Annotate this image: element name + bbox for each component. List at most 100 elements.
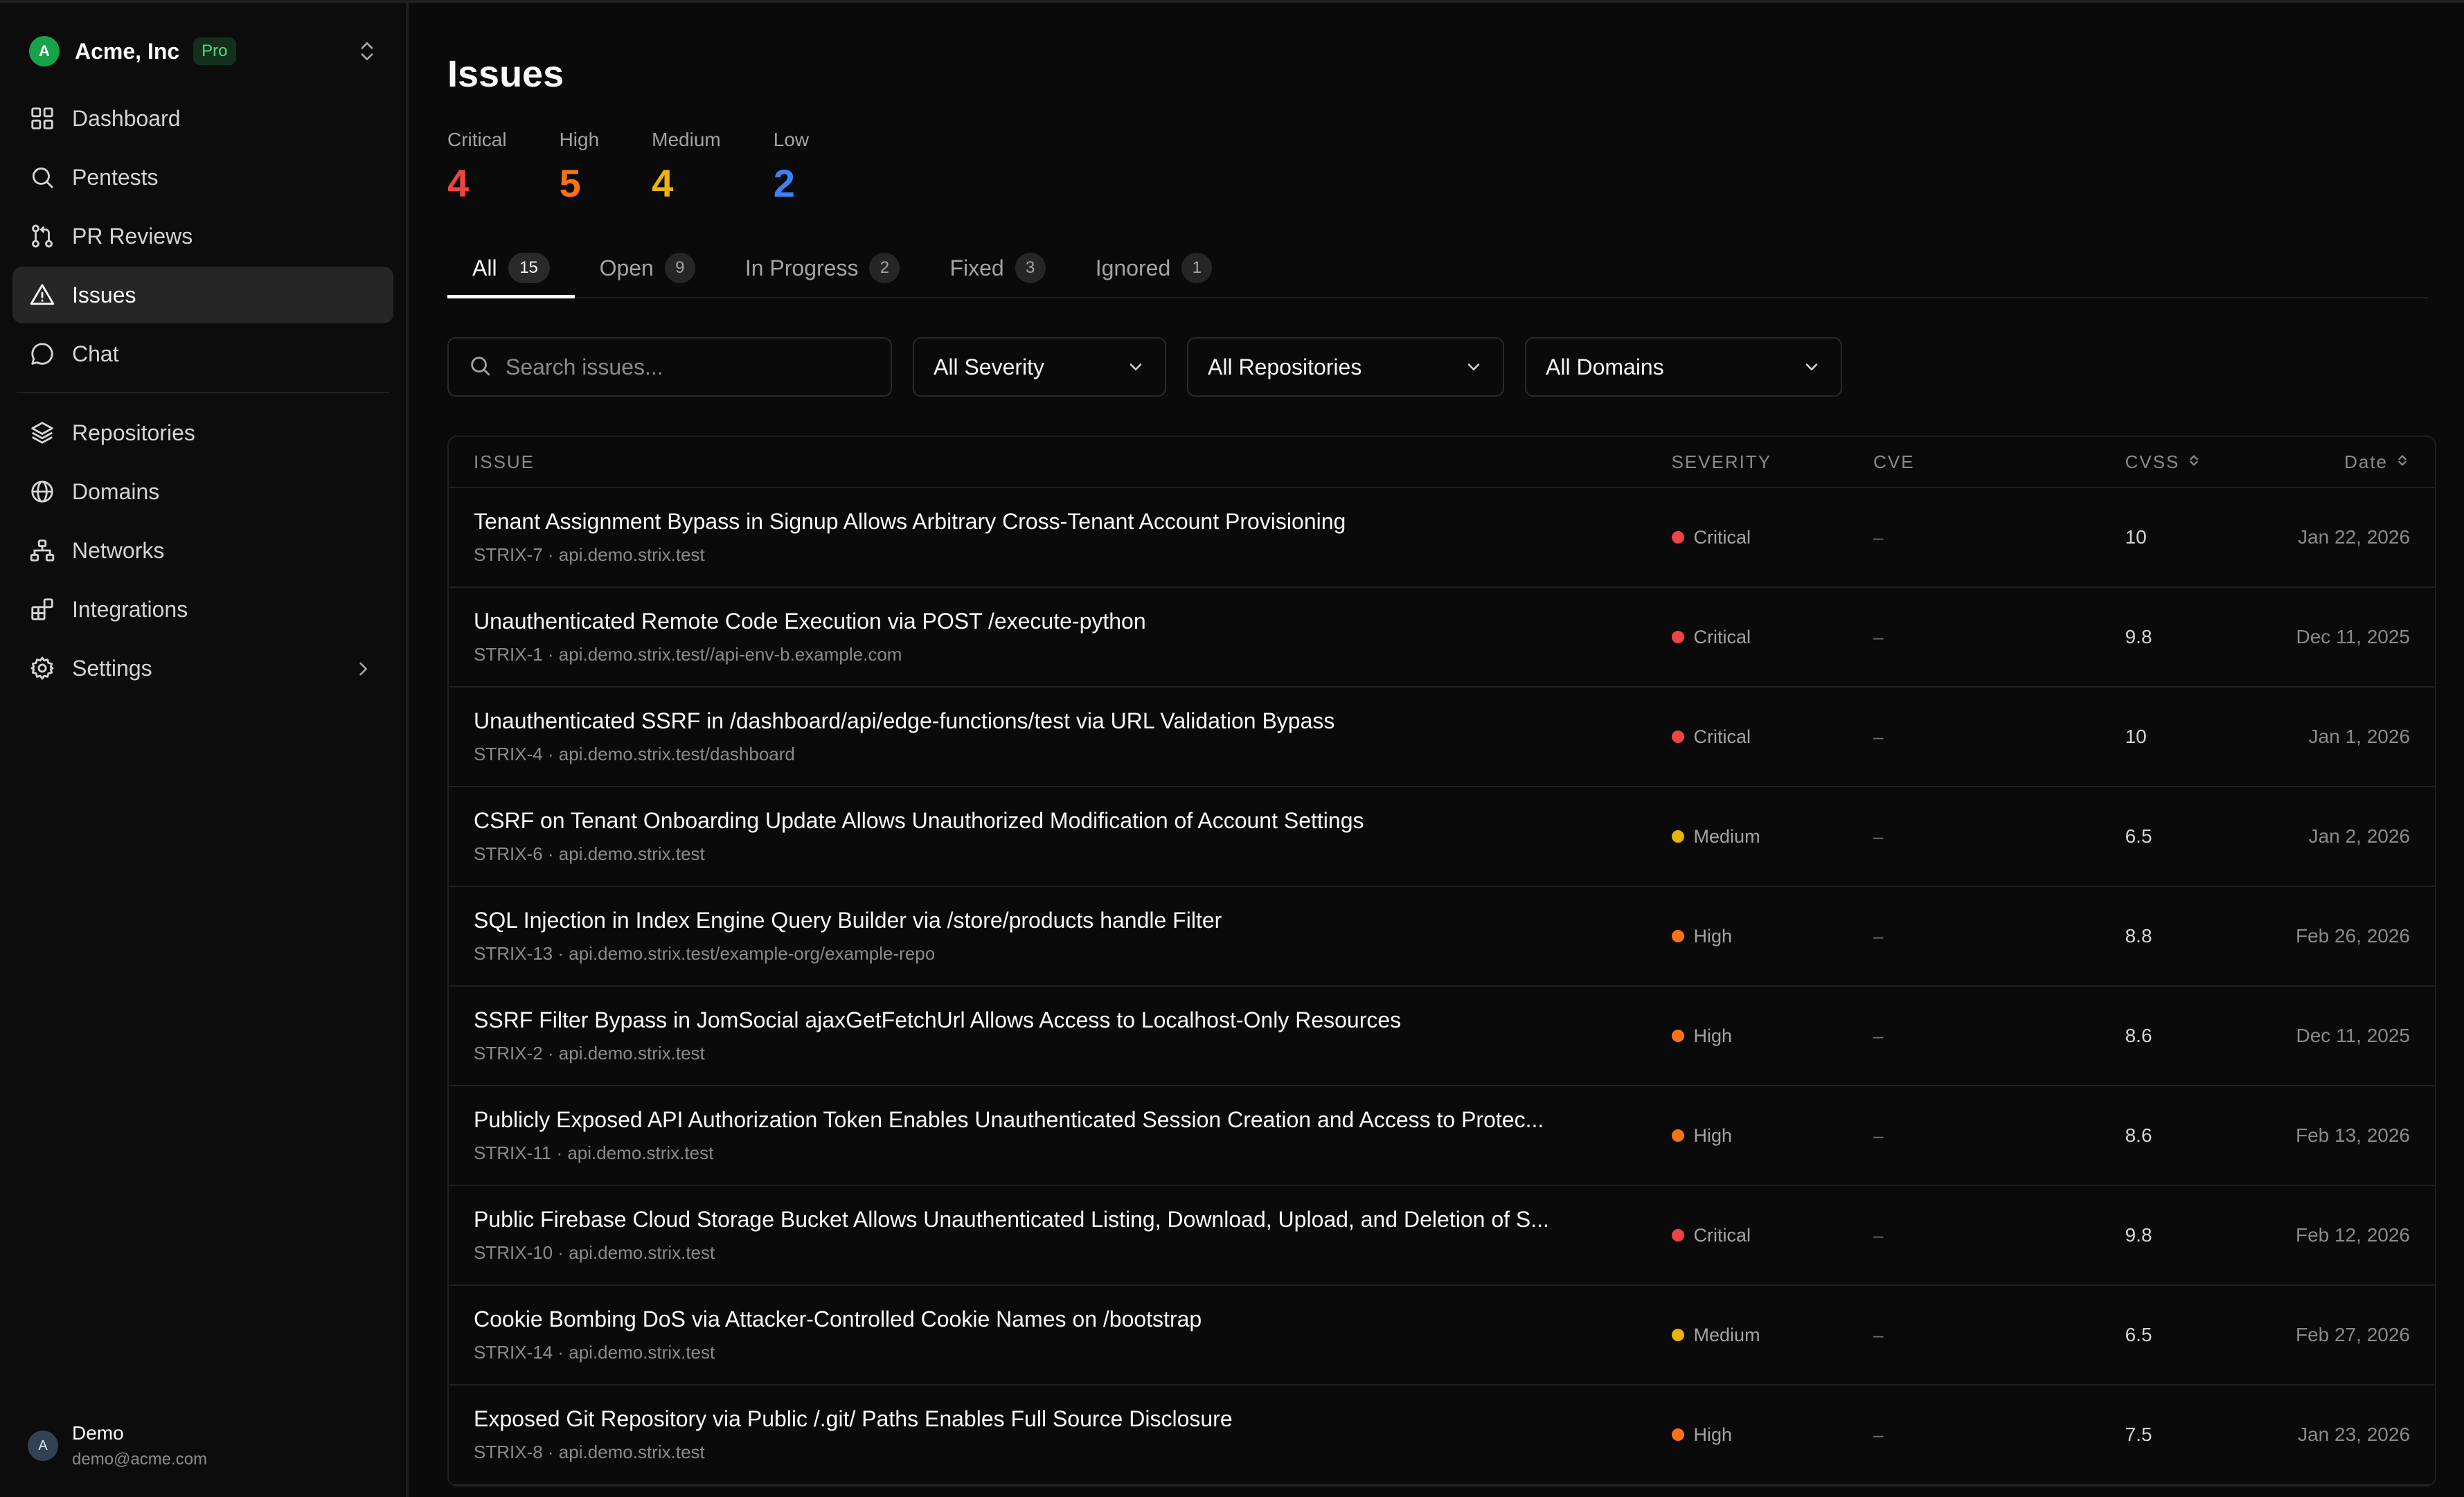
severity-badge: High bbox=[1671, 1125, 1874, 1147]
issue-meta: STRIX-2 · api.demo.strix.test bbox=[474, 1043, 705, 1064]
domain-filter-select[interactable]: All Domains bbox=[1525, 337, 1842, 397]
date-cell: Jan 1, 2026 bbox=[2308, 726, 2411, 747]
sort-icon bbox=[2388, 451, 2410, 473]
stat-medium: Medium 4 bbox=[652, 129, 721, 206]
date-cell: Feb 12, 2026 bbox=[2295, 1224, 2411, 1246]
issue-cell: Tenant Assignment Bypass in Signup Allow… bbox=[449, 509, 1672, 566]
severity-badge: High bbox=[1671, 926, 1874, 947]
cve-cell: – bbox=[1873, 726, 1884, 747]
cve-cell: – bbox=[1873, 825, 1884, 847]
sidebar-nav: Dashboard Pentests PR Reviews Issues Cha… bbox=[12, 90, 393, 697]
page-title: Issues bbox=[447, 53, 564, 95]
severity-filter-select[interactable]: All Severity bbox=[913, 337, 1166, 397]
tab-fixed[interactable]: Fixed 3 bbox=[925, 239, 1070, 297]
sidebar-item-settings[interactable]: Settings bbox=[12, 640, 393, 697]
sidebar-item-integrations[interactable]: Integrations bbox=[12, 581, 393, 638]
tab-all[interactable]: All 15 bbox=[447, 239, 575, 298]
cve-cell: – bbox=[1873, 1025, 1884, 1046]
user-info: Demo demo@acme.com bbox=[72, 1422, 207, 1469]
issue-cell: Public Firebase Cloud Storage Bucket All… bbox=[449, 1207, 1672, 1264]
issue-cell: Exposed Git Repository via Public /.git/… bbox=[449, 1406, 1672, 1463]
issue-title[interactable]: Cookie Bombing DoS via Attacker-Controll… bbox=[474, 1307, 1609, 1332]
avatar: A bbox=[28, 1431, 58, 1461]
stat-label: Low bbox=[773, 129, 810, 150]
tab-open[interactable]: Open 9 bbox=[575, 239, 720, 297]
issue-cell: Unauthenticated Remote Code Execution vi… bbox=[449, 609, 1672, 665]
tab-label: All bbox=[472, 255, 497, 280]
issue-meta: STRIX-6 · api.demo.strix.test bbox=[474, 843, 705, 864]
issue-cell: SSRF Filter Bypass in JomSocial ajaxGetF… bbox=[449, 1007, 1672, 1064]
column-header-label: CVSS bbox=[2125, 451, 2180, 472]
sidebar-item-pr-reviews[interactable]: PR Reviews bbox=[12, 208, 393, 265]
severity-cell: High bbox=[1671, 1025, 1874, 1047]
sidebar-item-repositories[interactable]: Repositories bbox=[12, 404, 393, 461]
issue-meta: STRIX-11 · api.demo.strix.test bbox=[474, 1142, 714, 1163]
severity-label: High bbox=[1693, 1025, 1733, 1046]
table-header: ISSUE SEVERITY CVE CVSS Date bbox=[449, 437, 2435, 488]
sidebar-item-label: Chat bbox=[72, 341, 119, 366]
search-box[interactable] bbox=[447, 337, 892, 397]
issue-title[interactable]: Unauthenticated Remote Code Execution vi… bbox=[474, 609, 1609, 634]
issue-title[interactable]: SSRF Filter Bypass in JomSocial ajaxGetF… bbox=[474, 1007, 1609, 1033]
table-row[interactable]: Cookie Bombing DoS via Attacker-Controll… bbox=[449, 1286, 2435, 1386]
issue-title[interactable]: Exposed Git Repository via Public /.git/… bbox=[474, 1406, 1609, 1432]
severity-cell: Medium bbox=[1671, 1324, 1874, 1346]
cve-cell: – bbox=[1873, 1424, 1884, 1445]
sidebar-item-label: Dashboard bbox=[72, 105, 181, 131]
tab-count-badge: 1 bbox=[1181, 253, 1213, 283]
date-cell: Jan 2, 2026 bbox=[2308, 825, 2411, 847]
org-avatar: A bbox=[29, 36, 60, 66]
sidebar-item-domains[interactable]: Domains bbox=[12, 463, 393, 520]
tab-in-progress[interactable]: In Progress 2 bbox=[720, 239, 925, 297]
issue-title[interactable]: Tenant Assignment Bypass in Signup Allow… bbox=[474, 509, 1609, 535]
severity-cell: Critical bbox=[1671, 726, 1874, 748]
table-row[interactable]: Publicly Exposed API Authorization Token… bbox=[449, 1086, 2435, 1186]
cvss-cell: 6.5 bbox=[2125, 1324, 2152, 1345]
org-switcher[interactable]: A Acme, Inc Pro bbox=[12, 30, 393, 72]
cve-cell: – bbox=[1873, 1224, 1884, 1246]
severity-badge: Critical bbox=[1671, 627, 1874, 648]
column-header-label: Date bbox=[2344, 451, 2389, 472]
warning-triangle-icon bbox=[29, 282, 55, 308]
severity-badge: Critical bbox=[1671, 726, 1874, 748]
sidebar-item-issues[interactable]: Issues bbox=[12, 267, 393, 323]
stat-value: 2 bbox=[773, 161, 795, 205]
status-tabs: All 15 Open 9 In Progress 2 Fixed 3 Igno… bbox=[447, 239, 2428, 298]
table-row[interactable]: Tenant Assignment Bypass in Signup Allow… bbox=[449, 488, 2435, 588]
column-header-date[interactable]: Date bbox=[2249, 451, 2435, 473]
issue-title[interactable]: CSRF on Tenant Onboarding Update Allows … bbox=[474, 808, 1609, 834]
severity-dot bbox=[1671, 1129, 1684, 1142]
sidebar-item-label: Settings bbox=[72, 655, 152, 681]
sidebar-item-pentests[interactable]: Pentests bbox=[12, 149, 393, 206]
severity-label: Medium bbox=[1693, 1324, 1760, 1345]
cvss-cell: 8.6 bbox=[2125, 1124, 2152, 1146]
sidebar-item-chat[interactable]: Chat bbox=[12, 325, 393, 382]
table-row[interactable]: Unauthenticated Remote Code Execution vi… bbox=[449, 588, 2435, 688]
chevron-down-icon bbox=[1126, 357, 1145, 377]
sidebar-item-networks[interactable]: Networks bbox=[12, 522, 393, 579]
table-row[interactable]: Exposed Git Repository via Public /.git/… bbox=[449, 1386, 2435, 1485]
table-row[interactable]: CSRF on Tenant Onboarding Update Allows … bbox=[449, 787, 2435, 887]
table-row[interactable]: SQL Injection in Index Engine Query Buil… bbox=[449, 887, 2435, 987]
column-header-cvss[interactable]: CVSS bbox=[2125, 451, 2250, 473]
search-icon bbox=[29, 164, 55, 190]
plan-badge: Pro bbox=[193, 37, 236, 65]
cve-cell: – bbox=[1873, 925, 1884, 947]
sidebar-item-dashboard[interactable]: Dashboard bbox=[12, 90, 393, 147]
issue-title[interactable]: Public Firebase Cloud Storage Bucket All… bbox=[474, 1207, 1609, 1232]
repository-filter-select[interactable]: All Repositories bbox=[1187, 337, 1504, 397]
table-row[interactable]: Public Firebase Cloud Storage Bucket All… bbox=[449, 1186, 2435, 1286]
sidebar-item-label: Issues bbox=[72, 282, 136, 307]
severity-cell: Critical bbox=[1671, 527, 1874, 548]
tab-ignored[interactable]: Ignored 1 bbox=[1071, 239, 1238, 297]
issue-title[interactable]: Publicly Exposed API Authorization Token… bbox=[474, 1107, 1609, 1133]
issue-title[interactable]: SQL Injection in Index Engine Query Buil… bbox=[474, 908, 1609, 933]
table-row[interactable]: SSRF Filter Bypass in JomSocial ajaxGetF… bbox=[449, 987, 2435, 1086]
table-row[interactable]: Unauthenticated SSRF in /dashboard/api/e… bbox=[449, 688, 2435, 787]
severity-cell: Critical bbox=[1671, 1225, 1874, 1246]
stat-value: 4 bbox=[652, 161, 674, 205]
user-menu[interactable]: A Demo demo@acme.com bbox=[28, 1422, 207, 1469]
column-header-severity: SEVERITY bbox=[1671, 451, 1772, 472]
search-input[interactable] bbox=[506, 354, 866, 380]
issue-title[interactable]: Unauthenticated SSRF in /dashboard/api/e… bbox=[474, 708, 1609, 734]
